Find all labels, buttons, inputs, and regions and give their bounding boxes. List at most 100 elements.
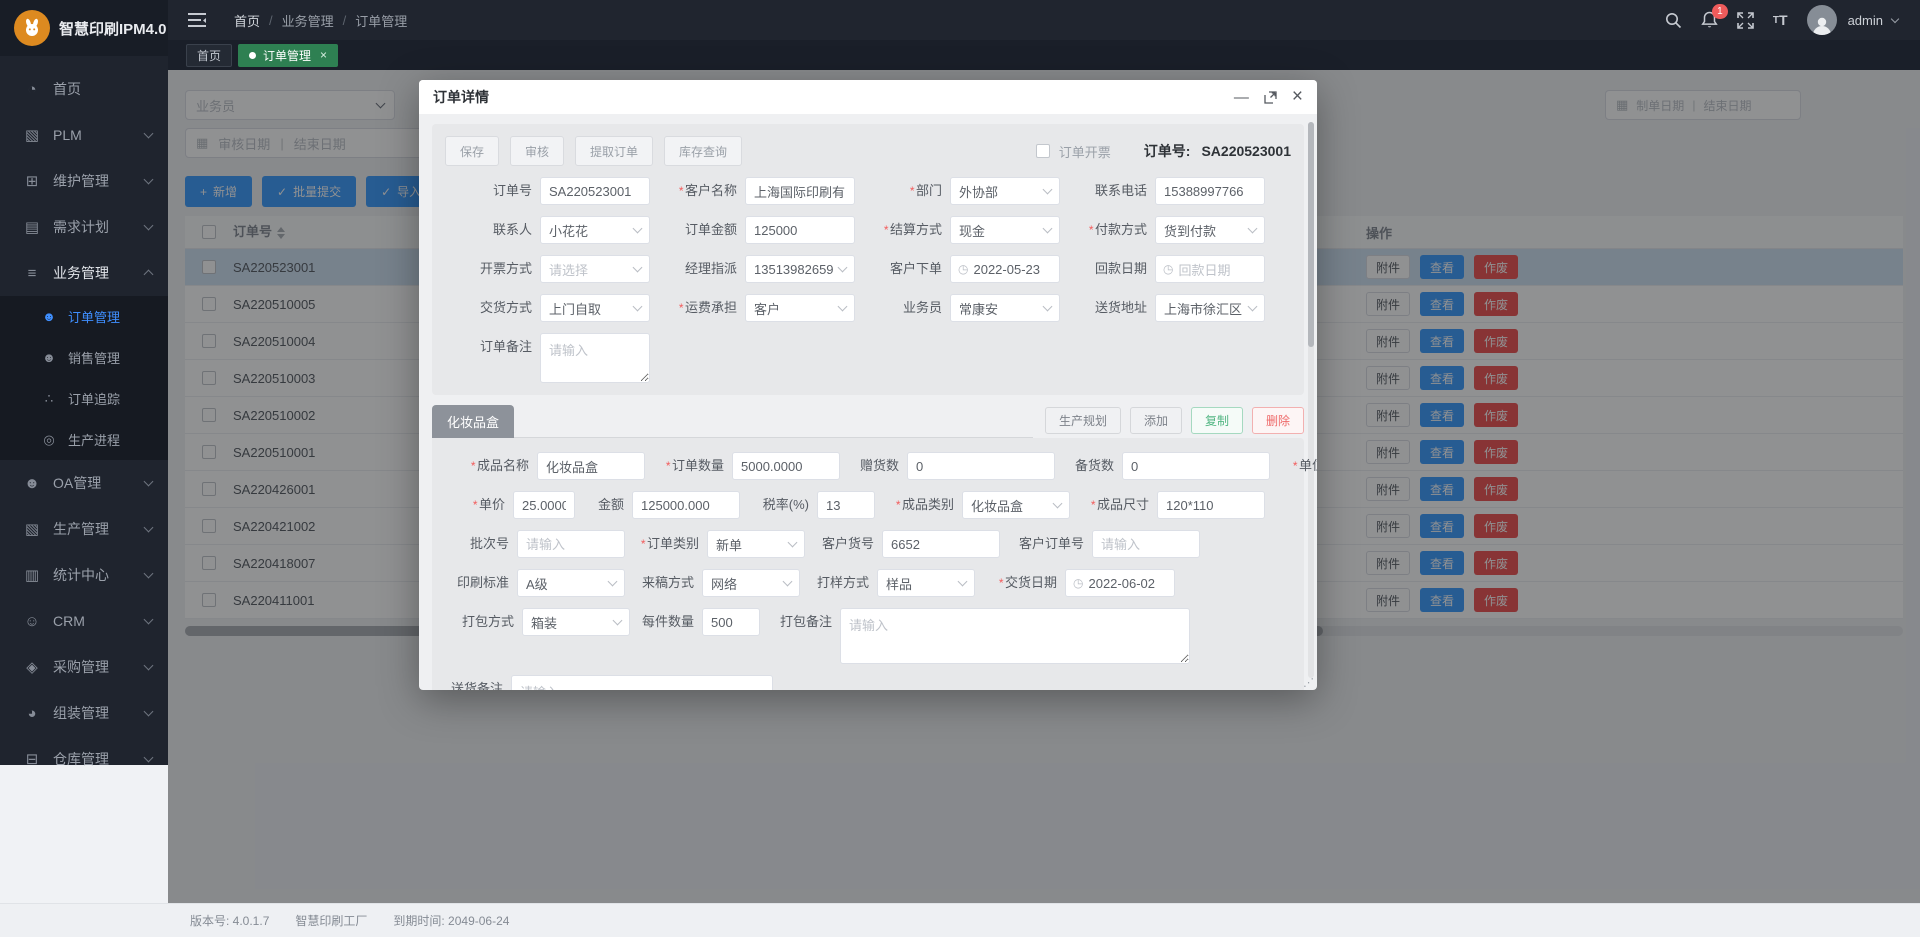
draft-method-select[interactable]: 网络 xyxy=(702,569,800,597)
qty-per-piece-input[interactable] xyxy=(702,608,760,636)
stock-query-button[interactable]: 库存查询 xyxy=(664,136,742,166)
close-icon[interactable]: × xyxy=(1292,86,1303,108)
delivery-method-select[interactable]: 上门自取 xyxy=(540,294,650,322)
order-category-field: *订单类别 新单 xyxy=(625,530,805,558)
packing-method-select[interactable]: 箱装 xyxy=(522,608,630,636)
draft-method-field: 来稿方式 网络 xyxy=(625,569,800,597)
manager-assign-select[interactable]: 13513982659 xyxy=(745,255,855,283)
sidebar-item-oa[interactable]: ☻ OA管理 xyxy=(0,460,168,506)
customer-item-no-input[interactable] xyxy=(882,530,1000,558)
breadcrumb-home[interactable]: 首页 xyxy=(234,11,260,30)
page-tabs: 首页 订单管理 × xyxy=(168,40,1920,70)
footer-company: 智慧印刷工厂 xyxy=(295,912,367,929)
sidebar-item-sales-management[interactable]: ☻ 销售管理 xyxy=(0,337,168,378)
delete-product-button[interactable]: 删除 xyxy=(1252,407,1304,434)
gift-qty-field: 赠货数 xyxy=(840,452,1055,480)
sidebar-item-plm[interactable]: ▧ PLM xyxy=(0,112,168,158)
sidebar-item-assembly[interactable]: ◕ 组装管理 xyxy=(0,690,168,736)
user-name[interactable]: admin xyxy=(1848,13,1883,28)
chevron-down-icon xyxy=(1043,302,1053,312)
customer-name-input[interactable] xyxy=(745,177,855,205)
print-standard-select[interactable]: A级 xyxy=(517,569,625,597)
collapse-menu-icon[interactable] xyxy=(188,13,206,27)
batch-no-input[interactable] xyxy=(517,530,625,558)
sidebar-item-crm[interactable]: ☺ CRM xyxy=(0,598,168,644)
freight-bearer-select[interactable]: 客户 xyxy=(745,294,855,322)
minimize-icon[interactable]: — xyxy=(1234,89,1249,106)
contact-phone-input[interactable] xyxy=(1155,177,1265,205)
notification-badge: 1 xyxy=(1712,4,1728,19)
contact-phone-field: 联系电话 xyxy=(1060,177,1265,205)
search-icon[interactable] xyxy=(1665,12,1682,29)
production-plan-button[interactable]: 生产规划 xyxy=(1045,407,1121,434)
order-amount-input[interactable] xyxy=(745,216,855,244)
invoice-checkbox[interactable] xyxy=(1036,144,1050,158)
customer-order-no-input[interactable] xyxy=(1092,530,1200,558)
stock-qty-input[interactable] xyxy=(1122,452,1270,480)
tax-rate-input[interactable] xyxy=(817,491,875,519)
breadcrumb-order[interactable]: 订单管理 xyxy=(355,11,407,30)
dialog-header[interactable]: 订单详情 — × xyxy=(419,80,1317,114)
payment-method-select[interactable]: 货到付款 xyxy=(1155,216,1265,244)
tab-home[interactable]: 首页 xyxy=(186,44,232,67)
user-icon: ☻ xyxy=(40,309,58,324)
sidebar-item-purchasing[interactable]: ◈ 采购管理 xyxy=(0,644,168,690)
packing-remark-textarea[interactable] xyxy=(840,608,1190,664)
save-button[interactable]: 保存 xyxy=(445,136,499,166)
modal-scrollbar-thumb[interactable] xyxy=(1308,122,1314,347)
chevron-down-icon xyxy=(144,753,154,763)
font-size-icon[interactable]: TT xyxy=(1773,12,1788,28)
avatar[interactable] xyxy=(1807,5,1837,35)
product-tab-strip: 化妆品盒 生产规划 添加 复制 删除 xyxy=(432,405,1304,438)
product-category-select[interactable]: 化妆品盒 xyxy=(962,491,1070,519)
order-qty-input[interactable] xyxy=(732,452,840,480)
order-no-input[interactable] xyxy=(540,177,650,205)
proof-method-select[interactable]: 样品 xyxy=(877,569,975,597)
modal-scrollbar[interactable] xyxy=(1308,122,1314,678)
repayment-date-field: 回款日期 ◷回款日期 xyxy=(1060,255,1265,283)
order-category-select[interactable]: 新单 xyxy=(707,530,805,558)
proof-method-field: 打样方式 样品 xyxy=(800,569,975,597)
product-name-input[interactable] xyxy=(537,452,645,480)
bar-chart-icon: ▥ xyxy=(22,566,42,584)
sidebar-item-home[interactable]: ◔ 首页 xyxy=(0,66,168,112)
unit-price-input[interactable] xyxy=(513,491,575,519)
invoice-method-select[interactable]: 请选择 xyxy=(540,255,650,283)
sidebar-item-order-management[interactable]: ☻ 订单管理 xyxy=(0,296,168,337)
sidebar-item-warehouse[interactable]: ⊟ 仓库管理 xyxy=(0,736,168,782)
breadcrumb-business[interactable]: 业务管理 xyxy=(282,11,334,30)
shipping-address-select[interactable]: 上海市徐汇区 xyxy=(1155,294,1265,322)
sidebar-item-statistics[interactable]: ▥ 统计中心 xyxy=(0,552,168,598)
dashboard-icon: ◔ xyxy=(22,81,42,98)
sidebar-item-production-progress[interactable]: ◎ 生产进程 xyxy=(0,419,168,460)
resize-handle-icon[interactable]: ⋰ xyxy=(1303,676,1314,689)
gift-qty-input[interactable] xyxy=(907,452,1055,480)
delivery-date-picker[interactable]: ◷2022-06-02 xyxy=(1065,569,1175,597)
fullscreen-icon[interactable] xyxy=(1737,12,1754,29)
amount-input[interactable] xyxy=(632,491,740,519)
audit-button[interactable]: 审核 xyxy=(510,136,564,166)
order-remark-textarea[interactable] xyxy=(540,333,650,383)
chevron-down-icon xyxy=(838,302,848,312)
notification-bell-icon[interactable]: 1 xyxy=(1701,11,1718,29)
sidebar-item-production[interactable]: ▧ 生产管理 xyxy=(0,506,168,552)
product-size-input[interactable] xyxy=(1157,491,1265,519)
tab-order-management[interactable]: 订单管理 × xyxy=(238,44,338,67)
close-tab-icon[interactable]: × xyxy=(320,48,327,62)
contact-person-select[interactable]: 小花花 xyxy=(540,216,650,244)
sidebar-item-business[interactable]: ≡ 业务管理 xyxy=(0,250,168,296)
department-select[interactable]: 外协部 xyxy=(950,177,1060,205)
repayment-date-picker[interactable]: ◷回款日期 xyxy=(1155,255,1265,283)
extract-order-button[interactable]: 提取订单 xyxy=(575,136,653,166)
delivery-remark-textarea[interactable] xyxy=(511,675,773,690)
add-product-button[interactable]: 添加 xyxy=(1130,407,1182,434)
sidebar-item-demand-plan[interactable]: ▤ 需求计划 xyxy=(0,204,168,250)
maximize-icon[interactable] xyxy=(1264,91,1277,104)
settlement-method-select[interactable]: 现金 xyxy=(950,216,1060,244)
sidebar-item-order-tracking[interactable]: ∴ 订单追踪 xyxy=(0,378,168,419)
customer-order-date-picker[interactable]: ◷2022-05-23 xyxy=(950,255,1060,283)
salesman-select-modal[interactable]: 常康安 xyxy=(950,294,1060,322)
copy-product-button[interactable]: 复制 xyxy=(1191,407,1243,434)
product-tab[interactable]: 化妆品盒 xyxy=(432,405,514,438)
sidebar-item-maintenance[interactable]: ⊞ 维护管理 xyxy=(0,158,168,204)
